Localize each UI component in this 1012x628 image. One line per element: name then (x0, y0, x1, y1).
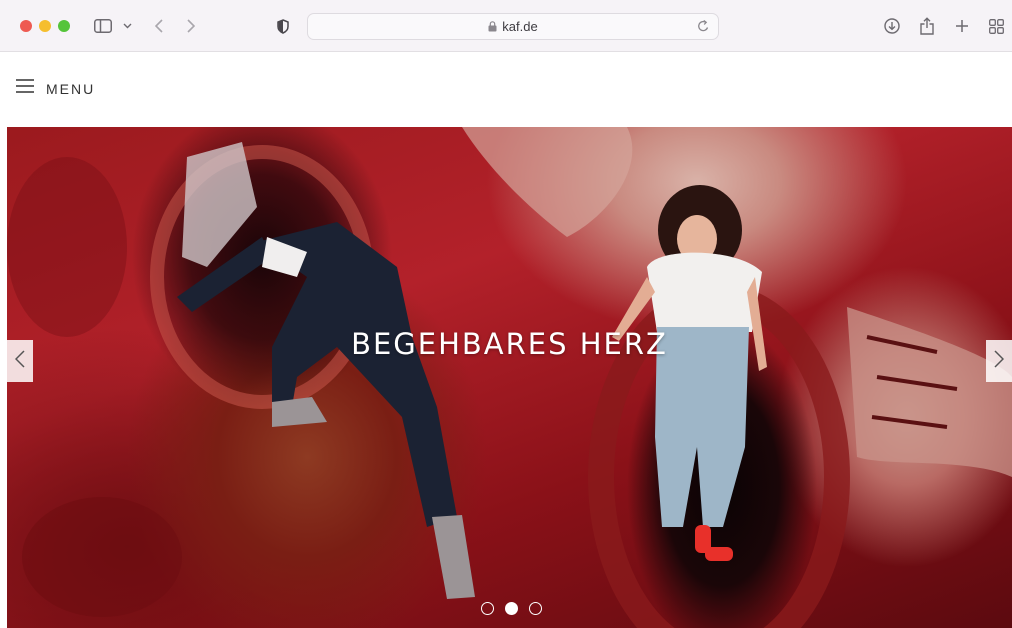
zoom-window-button[interactable] (58, 20, 70, 32)
chevron-right-icon (994, 349, 1005, 373)
minimize-window-button[interactable] (39, 20, 51, 32)
new-tab-icon[interactable] (953, 13, 971, 39)
chevron-down-icon[interactable] (121, 13, 133, 39)
address-bar[interactable]: kaf.de (307, 13, 719, 40)
url-text: kaf.de (502, 19, 538, 34)
reload-icon[interactable] (697, 19, 710, 38)
back-icon[interactable] (151, 13, 167, 39)
prev-slide-button[interactable] (7, 340, 33, 382)
next-slide-button[interactable] (986, 340, 1012, 382)
browser-toolbar: kaf.de (0, 0, 1012, 52)
share-icon[interactable] (918, 13, 936, 39)
sidebar-icon[interactable] (93, 13, 113, 39)
hero-slider: BEGEHBARES HERZ (7, 127, 1012, 628)
menu-button[interactable]: MENU (16, 79, 95, 98)
slide-dot-3[interactable] (529, 602, 542, 615)
shield-icon[interactable] (275, 13, 291, 39)
menu-label: MENU (46, 80, 96, 97)
hamburger-icon (16, 79, 34, 98)
chevron-left-icon (14, 349, 25, 373)
tab-overview-icon[interactable] (987, 13, 1005, 39)
slide-indicators (481, 602, 542, 615)
download-icon[interactable] (883, 13, 901, 39)
forward-icon[interactable] (183, 13, 199, 39)
close-window-button[interactable] (20, 20, 32, 32)
slide-title: BEGEHBARES HERZ (351, 327, 668, 361)
slide-dot-2[interactable] (505, 602, 518, 615)
hero-image (7, 127, 1012, 628)
slide-dot-1[interactable] (481, 602, 494, 615)
site-header: MENU (0, 53, 1012, 127)
lock-icon (488, 21, 497, 32)
